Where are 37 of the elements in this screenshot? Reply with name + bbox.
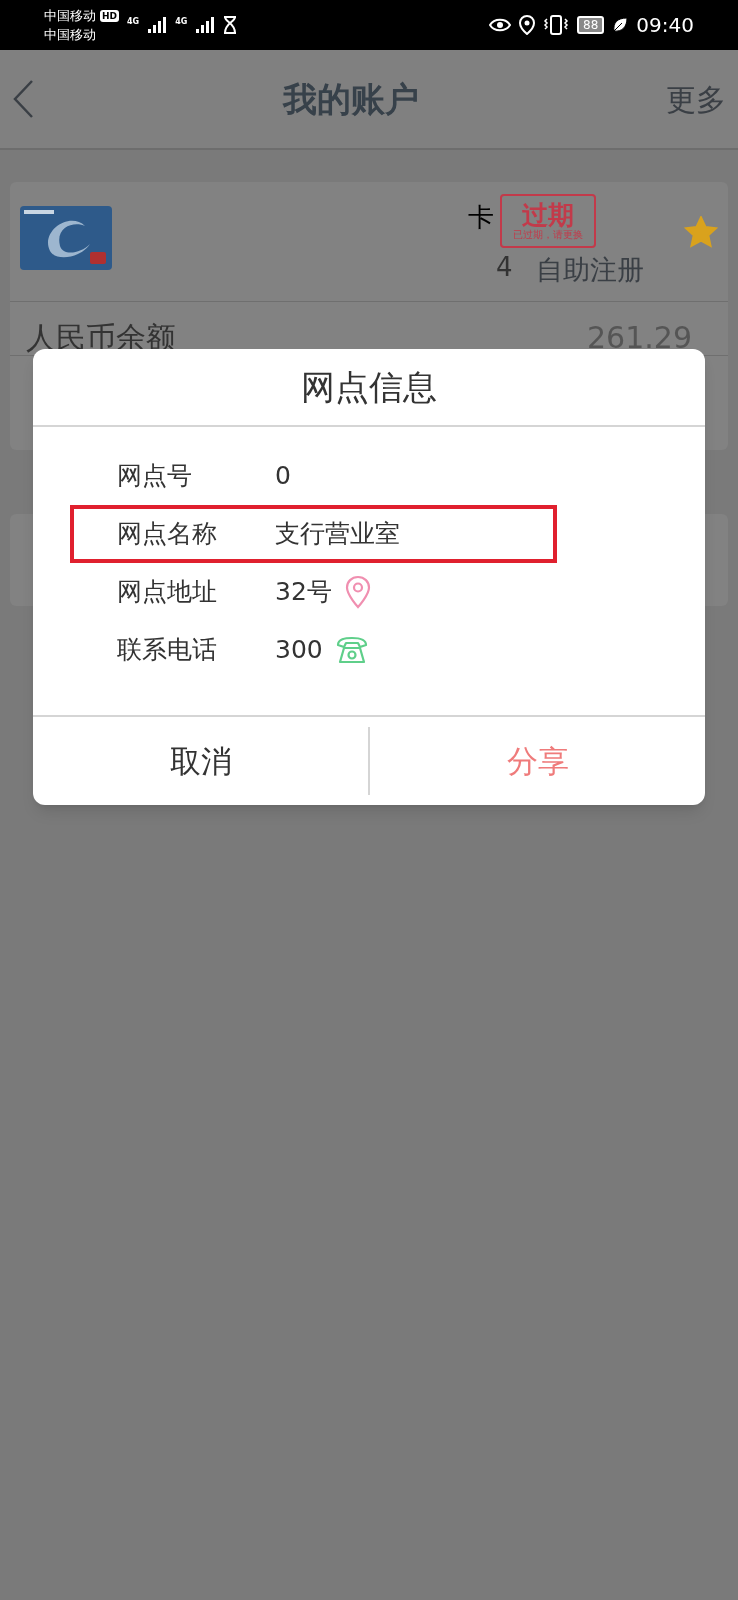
carrier-name: 中国移动 — [44, 26, 97, 44]
self-register-link[interactable]: 自助注册 — [536, 249, 644, 290]
stamp-text: 过期 — [522, 200, 574, 229]
field-value: 支行营业室 — [275, 518, 400, 551]
eye-icon — [489, 17, 512, 33]
signal-icon — [147, 16, 168, 34]
dialog-title: 网点信息 — [301, 365, 437, 409]
cancel-button[interactable]: 取消 — [33, 717, 368, 805]
location-pin-icon[interactable] — [343, 575, 372, 609]
field-label: 网点地址 — [117, 576, 218, 609]
field-value: 32号 — [275, 576, 332, 609]
field-value: 0 — [275, 460, 291, 493]
bank-card-icon — [20, 205, 112, 270]
carrier-name: 中国移动 — [44, 7, 96, 25]
leaf-icon — [612, 17, 629, 33]
hourglass-icon — [223, 16, 238, 34]
card-digit: 4 — [496, 250, 513, 284]
share-button[interactable]: 分享 — [368, 727, 705, 795]
field-value: 300 — [275, 634, 323, 667]
card-label: 卡 — [468, 200, 494, 234]
stamp-note: 已过期，请更换 — [513, 228, 583, 241]
more-link[interactable]: 更多 — [666, 76, 726, 122]
vibrate-icon — [543, 15, 570, 35]
field-label: 联系电话 — [117, 634, 218, 667]
field-label: 网点号 — [117, 460, 193, 493]
signal-icon — [195, 16, 216, 34]
clock-time: 09:40 — [636, 12, 694, 39]
battery-indicator: 88 — [577, 16, 605, 34]
phone-icon[interactable] — [334, 635, 369, 665]
location-icon — [519, 15, 536, 35]
network-label: 4G — [175, 16, 188, 28]
field-label: 网点名称 — [117, 518, 218, 551]
star-icon[interactable] — [684, 215, 718, 248]
network-label: 4G — [127, 16, 140, 28]
back-icon[interactable] — [12, 79, 36, 119]
page-title: 我的账户 — [283, 77, 419, 121]
hd-badge: HD — [100, 9, 119, 22]
